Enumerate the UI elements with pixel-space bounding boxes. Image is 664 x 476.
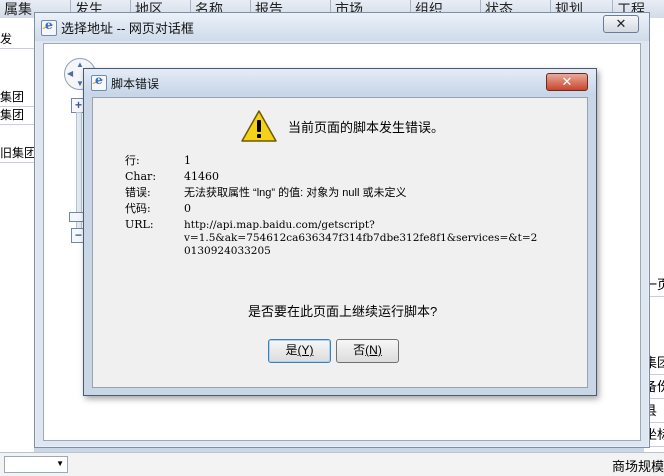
ie-page-icon [91, 73, 107, 91]
table-cell[interactable]: 旧集团 [0, 144, 34, 163]
script-error-dialog: 脚本错误 ✕ 当前页面的脚本发生错误。 行: 1 Char: 41460 错误:… [83, 68, 597, 396]
background-bottom-bar: ▼ 商场规模 [0, 452, 664, 476]
no-button[interactable]: 否(N) [336, 339, 399, 363]
background-left-column: 发 集团 集团 旧集团 [0, 18, 34, 475]
error-dialog-title: 脚本错误 [111, 77, 160, 91]
web-dialog-close-button[interactable]: ✕ [603, 15, 639, 33]
table-cell[interactable]: 集团 [0, 88, 34, 107]
char-value: 41460 [184, 170, 219, 183]
error-dialog-close-button[interactable]: ✕ [546, 73, 588, 91]
code-value: 0 [184, 202, 191, 215]
error-label: 错误: [125, 186, 151, 199]
close-icon: ✕ [561, 74, 573, 89]
char-label: Char: [125, 170, 157, 183]
error-headline: 当前页面的脚本发生错误。 [288, 120, 445, 135]
close-icon: ✕ [615, 16, 627, 31]
yes-shortcut: (Y) [297, 343, 314, 357]
column-label: 商场规模 [612, 459, 664, 474]
line-value: 1 [184, 154, 191, 167]
table-cell[interactable]: 集团 [0, 106, 34, 125]
dropdown[interactable]: ▼ [4, 456, 68, 473]
yes-label: 是 [285, 343, 298, 357]
url-value-line: v=1.5&ak=754612ca636347f314fb7dbe312fe8f… [184, 232, 538, 244]
code-label: 代码: [125, 202, 151, 215]
error-dialog-titlebar[interactable]: 脚本错误 ✕ [84, 69, 596, 95]
table-cell[interactable]: 发 [0, 30, 34, 49]
ie-page-icon [41, 18, 57, 36]
error-dialog-body: 当前页面的脚本发生错误。 行: 1 Char: 41460 错误: 无法获取属性… [92, 97, 588, 388]
warning-icon [241, 110, 277, 142]
no-label: 否 [353, 343, 366, 357]
yes-button[interactable]: 是(Y) [268, 339, 331, 363]
url-label: URL: [125, 218, 154, 231]
line-label: 行: [125, 154, 140, 167]
web-dialog-title: 选择地址 -- 网页对话框 [61, 21, 194, 36]
url-value-line: 0130924033205 [184, 245, 271, 257]
web-dialog-titlebar[interactable]: 选择地址 -- 网页对话框 ✕ [35, 13, 649, 41]
url-value-line: http://api.map.baidu.com/getscript? [184, 219, 375, 231]
error-value: 无法获取属性 “lng” 的值: 对象为 null 或未定义 [184, 187, 407, 199]
continue-question: 是否要在此页面上继续运行脚本? [248, 304, 438, 319]
no-shortcut: (N) [365, 343, 382, 357]
chevron-down-icon: ▼ [56, 459, 64, 468]
